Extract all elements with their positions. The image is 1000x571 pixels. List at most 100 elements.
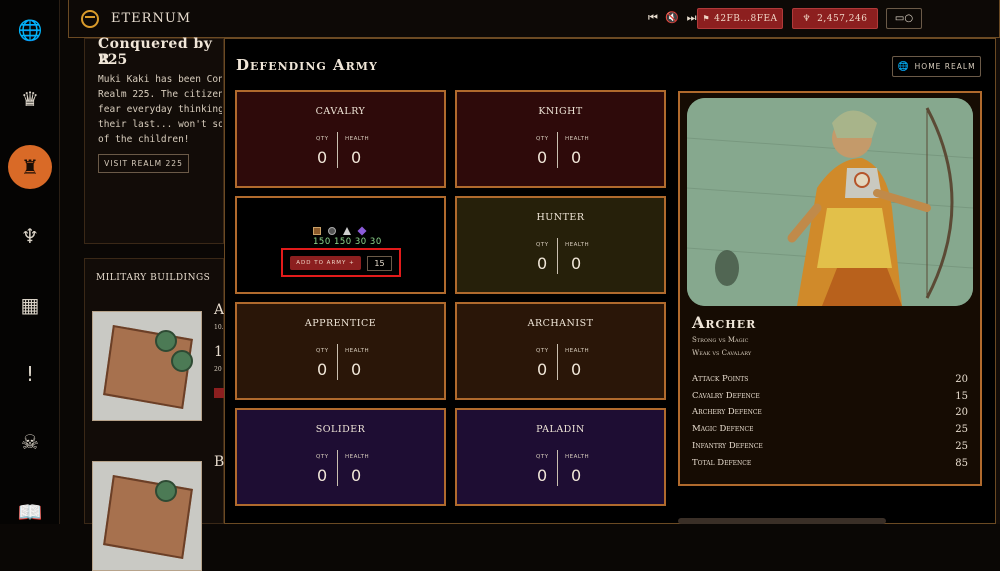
- stat-row: Cavalry Defence 15: [692, 391, 968, 402]
- health-label: HEALTH: [565, 242, 590, 248]
- media-controls[interactable]: ⏮ 🔇 ⏭: [648, 11, 699, 25]
- unit-card-hunter[interactable]: HUNTER QTY HEALTH 0 0: [455, 196, 666, 294]
- qty-label: QTY: [536, 136, 549, 142]
- crown-icon[interactable]: ♛: [8, 77, 52, 121]
- gem-icon: [357, 226, 367, 236]
- building-name: A: [214, 302, 225, 318]
- health-label: HEALTH: [565, 348, 590, 354]
- stat-value: 85: [955, 458, 968, 469]
- unit-health: 0: [571, 466, 582, 485]
- qty-label: QTY: [316, 454, 329, 460]
- unit-name: PALADIN: [536, 424, 585, 435]
- unit-health: 0: [571, 148, 582, 167]
- stat-label: Infantry Defence: [692, 441, 763, 451]
- silver-icon: [343, 227, 351, 235]
- divider: [557, 238, 558, 274]
- qty-label: QTY: [316, 348, 329, 354]
- realm-card-text: Muki Kaki has been Conqu Realm 225. The …: [98, 74, 222, 145]
- unit-name: HUNTER: [536, 212, 585, 223]
- qty-label: QTY: [536, 454, 549, 460]
- unit-health: 0: [351, 466, 362, 485]
- stat-row: Total Defence 85: [692, 458, 968, 469]
- divider: [337, 344, 338, 380]
- eternum-logo-icon: [81, 10, 99, 28]
- castle-icon[interactable]: ♜: [8, 145, 52, 189]
- unit-name: CAVALRY: [315, 106, 366, 117]
- divider: [557, 132, 558, 168]
- building-icon[interactable]: ▦: [8, 283, 52, 327]
- unit-card-cavalry[interactable]: CAVALRY QTY HEALTH 0 0: [235, 90, 446, 188]
- qty-label: QTY: [536, 242, 549, 248]
- unit-strong-vs: Strong vs Magic: [692, 336, 749, 344]
- skull-icon[interactable]: ☠: [8, 420, 52, 464]
- scroll-indicator[interactable]: [678, 518, 886, 524]
- stat-label: Attack Points: [692, 374, 749, 384]
- military-buildings-title: MILITARY BUILDINGS: [96, 273, 211, 283]
- book-icon[interactable]: 📖: [8, 490, 52, 534]
- sidebar-nav: 🌐 ♛ ♜ ♆ ▦ ! ☠ 📖: [0, 0, 60, 524]
- panel-title: Defending Army: [236, 56, 378, 74]
- stat-row: Archery Defence 20: [692, 407, 968, 418]
- unit-qty: 0: [537, 148, 548, 167]
- recruit-cost-values: 150 150 30 30: [313, 237, 382, 247]
- globe-icon: 🌐: [897, 61, 910, 72]
- unit-card-solider[interactable]: SOLIDER QTY HEALTH 0 0: [235, 408, 446, 506]
- wood-icon: [313, 227, 321, 235]
- flag-icon: ⚑: [702, 14, 711, 23]
- globe-icon[interactable]: 🌐: [8, 8, 52, 52]
- unit-card-apprentice[interactable]: APPRENTICE QTY HEALTH 0 0: [235, 302, 446, 400]
- building-meta: 20: [214, 366, 222, 373]
- unit-health: 0: [571, 254, 582, 273]
- building-name: B: [214, 454, 225, 470]
- stat-label: Total Defence: [692, 458, 752, 468]
- building-image[interactable]: [92, 461, 202, 571]
- lords-balance: 2,457,246: [817, 13, 868, 24]
- health-label: HEALTH: [345, 348, 370, 354]
- lords-icon[interactable]: ♆: [8, 214, 52, 258]
- visit-realm-button[interactable]: VISIT REALM 225: [98, 154, 189, 173]
- recruit-quantity-input[interactable]: [367, 256, 392, 271]
- qty-label: QTY: [536, 348, 549, 354]
- unit-name: APPRENTICE: [304, 318, 377, 329]
- unit-card-paladin[interactable]: PALADIN QTY HEALTH 0 0: [455, 408, 666, 506]
- wallet-address: 42FB...8FEA: [714, 13, 778, 24]
- unit-qty: 0: [537, 360, 548, 379]
- wallet-address-button[interactable]: ⚑ 42FB...8FEA: [697, 8, 783, 29]
- divider: [337, 450, 338, 486]
- app-title: ETERNUM: [111, 11, 192, 26]
- unit-qty: 0: [317, 360, 328, 379]
- unit-health: 0: [571, 360, 582, 379]
- stat-label: Magic Defence: [692, 424, 754, 434]
- unit-qty: 0: [317, 148, 328, 167]
- home-realm-label: HOME REALM: [914, 62, 976, 71]
- unit-name: KNIGHT: [538, 106, 583, 117]
- stat-label: Archery Defence: [692, 407, 762, 417]
- divider: [557, 450, 558, 486]
- unit-health: 0: [351, 360, 362, 379]
- health-label: HEALTH: [345, 454, 370, 460]
- wallet-button[interactable]: ▭○: [886, 8, 922, 29]
- archer-portrait: [687, 98, 973, 306]
- stat-label: Cavalry Defence: [692, 391, 760, 401]
- stone-icon: [328, 227, 336, 235]
- divider: [557, 344, 558, 380]
- unit-weak-vs: Weak vs Cavalary: [692, 349, 752, 357]
- unit-qty: 0: [537, 466, 548, 485]
- stat-row: Magic Defence 25: [692, 424, 968, 435]
- stat-value: 20: [955, 407, 968, 418]
- divider: [337, 132, 338, 168]
- lords-balance-button[interactable]: ♆ 2,457,246: [792, 8, 878, 29]
- unit-health: 0: [351, 148, 362, 167]
- unit-card-archanist[interactable]: ARCHANIST QTY HEALTH 0 0: [455, 302, 666, 400]
- sword-icon[interactable]: !: [8, 352, 52, 396]
- unit-card-knight[interactable]: KNIGHT QTY HEALTH 0 0: [455, 90, 666, 188]
- realm-card-number: 225: [98, 52, 128, 68]
- qty-label: QTY: [316, 136, 329, 142]
- building-meta: 10.: [214, 324, 224, 331]
- building-image[interactable]: [92, 311, 202, 421]
- home-realm-button[interactable]: 🌐 HOME REALM: [892, 56, 981, 77]
- add-to-army-button[interactable]: ADD TO ARMY +: [290, 256, 361, 270]
- unit-qty: 0: [317, 466, 328, 485]
- stat-value: 20: [955, 374, 968, 385]
- health-label: HEALTH: [345, 136, 370, 142]
